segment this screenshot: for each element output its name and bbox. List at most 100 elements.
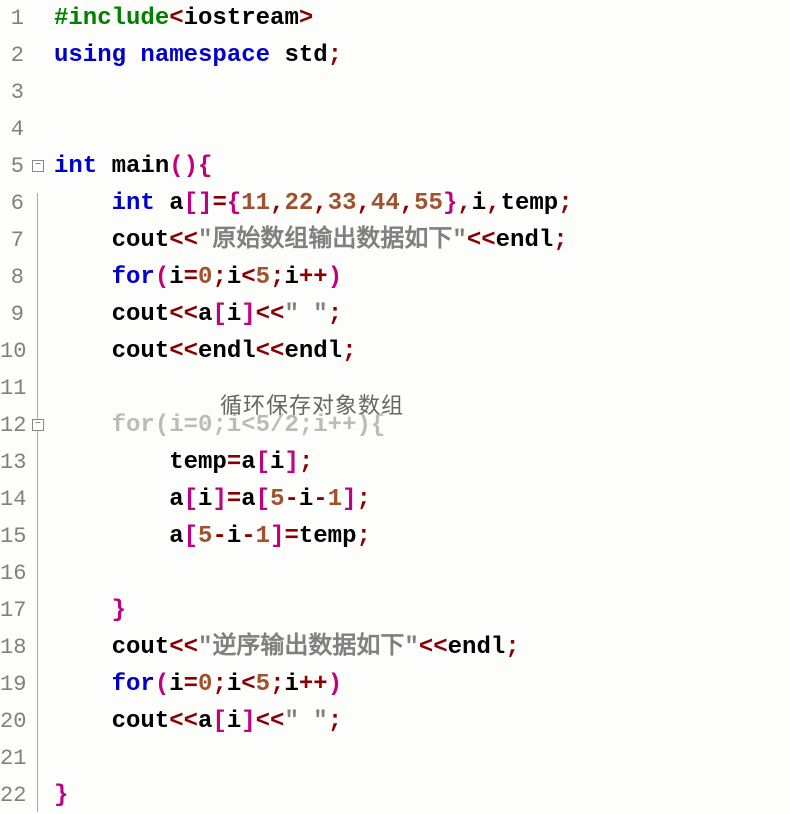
code-token: ; bbox=[328, 708, 342, 735]
code-token: a bbox=[54, 486, 184, 513]
code-token: < bbox=[241, 671, 255, 698]
code-token: ] bbox=[212, 486, 226, 513]
code-token: temp bbox=[299, 523, 357, 550]
code-line[interactable]: cout<<a[i]<<" "; bbox=[54, 296, 790, 333]
code-token: << bbox=[419, 634, 448, 661]
code-line[interactable]: int a[]={11,22,33,44,55},i,temp; bbox=[54, 185, 790, 222]
code-line[interactable]: cout<<"原始数组输出数据如下"<<endl; bbox=[54, 222, 790, 259]
code-token: " " bbox=[284, 708, 327, 735]
code-token: = bbox=[212, 190, 226, 217]
code-token: a bbox=[198, 708, 212, 735]
fold-guide bbox=[37, 452, 38, 590]
code-token: cout bbox=[54, 301, 169, 328]
line-number: 20 bbox=[0, 703, 24, 740]
code-token: ++ bbox=[299, 671, 328, 698]
code-token: { bbox=[198, 153, 212, 180]
fold-toggle-icon[interactable]: − bbox=[32, 419, 44, 431]
code-token: << bbox=[169, 227, 198, 254]
line-number: 2 bbox=[0, 37, 24, 74]
code-area[interactable]: #include<iostream>using namespace std;in… bbox=[48, 0, 790, 814]
code-token bbox=[54, 671, 112, 698]
code-token: main bbox=[97, 153, 169, 180]
code-token: std bbox=[270, 42, 328, 69]
code-token: for bbox=[112, 412, 155, 439]
code-token: for bbox=[112, 671, 155, 698]
code-line[interactable] bbox=[54, 74, 790, 111]
code-line[interactable]: temp=a[i]; bbox=[54, 444, 790, 481]
code-token: a bbox=[241, 486, 255, 513]
code-token: i bbox=[227, 523, 241, 550]
code-token: 0 bbox=[198, 412, 212, 439]
line-number: 8 bbox=[0, 259, 24, 296]
code-token bbox=[54, 412, 112, 439]
line-number: 6 bbox=[0, 185, 24, 222]
code-token: #include bbox=[54, 5, 169, 32]
code-line[interactable]: using namespace std; bbox=[54, 37, 790, 74]
line-number: 16 bbox=[0, 555, 24, 592]
code-token: endl bbox=[496, 227, 554, 254]
code-token bbox=[54, 264, 112, 291]
code-token: = bbox=[227, 486, 241, 513]
code-token: 11 bbox=[241, 190, 270, 217]
code-token: < bbox=[241, 264, 255, 291]
code-line[interactable]: int main(){ bbox=[54, 148, 790, 185]
code-line[interactable]: cout<<endl<<endl; bbox=[54, 333, 790, 370]
code-line[interactable]: for(i=0;i<5;i++) bbox=[54, 259, 790, 296]
code-token: a bbox=[241, 449, 255, 476]
code-token: ] bbox=[284, 449, 298, 476]
code-token: i bbox=[270, 449, 284, 476]
code-token: int bbox=[54, 153, 97, 180]
code-line[interactable]: cout<<"逆序输出数据如下"<<endl; bbox=[54, 629, 790, 666]
code-line[interactable] bbox=[54, 370, 790, 407]
code-line[interactable]: } bbox=[54, 592, 790, 629]
code-line[interactable]: a[i]=a[5-i-1]; bbox=[54, 481, 790, 518]
line-number: 13 bbox=[0, 444, 24, 481]
code-token: temp bbox=[54, 449, 227, 476]
code-token: i bbox=[284, 671, 298, 698]
code-token: << bbox=[256, 708, 285, 735]
code-token: int bbox=[112, 190, 155, 217]
line-number: 11 bbox=[0, 370, 24, 407]
code-token: [] bbox=[184, 190, 213, 217]
line-number: 18 bbox=[0, 629, 24, 666]
code-token: ] bbox=[270, 523, 284, 550]
code-line[interactable] bbox=[54, 111, 790, 148]
code-token: ; bbox=[212, 264, 226, 291]
code-token: ; bbox=[212, 412, 226, 439]
line-number: 12 bbox=[0, 407, 24, 444]
code-line[interactable] bbox=[54, 740, 790, 777]
code-line[interactable]: a[5-i-1]=temp; bbox=[54, 518, 790, 555]
code-line[interactable]: } bbox=[54, 777, 790, 814]
code-token: i bbox=[472, 190, 486, 217]
code-token: << bbox=[169, 708, 198, 735]
line-number: 14 bbox=[0, 481, 24, 518]
code-line[interactable]: #include<iostream> bbox=[54, 0, 790, 37]
code-token: ) bbox=[328, 264, 342, 291]
code-token: i<5/2;i++){ bbox=[227, 412, 385, 439]
code-line[interactable] bbox=[54, 555, 790, 592]
code-token: using namespace bbox=[54, 42, 270, 69]
line-number: 4 bbox=[0, 111, 24, 148]
code-token: temp bbox=[501, 190, 559, 217]
code-token: << bbox=[467, 227, 496, 254]
code-token bbox=[54, 597, 112, 624]
code-token: 1 bbox=[256, 523, 270, 550]
code-token: ( bbox=[155, 671, 169, 698]
fold-toggle-icon[interactable]: − bbox=[32, 160, 44, 172]
code-token: 0 bbox=[198, 671, 212, 698]
code-line[interactable]: for(i=0;i<5;i++) bbox=[54, 666, 790, 703]
code-token: ( bbox=[155, 412, 169, 439]
code-token: i bbox=[227, 708, 241, 735]
code-token: i bbox=[169, 671, 183, 698]
code-token: "逆序输出数据如下" bbox=[198, 634, 419, 661]
code-token: cout bbox=[54, 338, 169, 365]
line-number: 21 bbox=[0, 740, 24, 777]
code-line[interactable]: for(i=0;i<5/2;i++){ bbox=[54, 407, 790, 444]
line-number-gutter: 12345678910111213141516171819202122 bbox=[0, 0, 30, 814]
code-token: } bbox=[54, 782, 68, 809]
code-line[interactable]: cout<<a[i]<<" "; bbox=[54, 703, 790, 740]
line-number: 17 bbox=[0, 592, 24, 629]
line-number: 7 bbox=[0, 222, 24, 259]
code-token: > bbox=[299, 5, 313, 32]
code-token: [ bbox=[256, 486, 270, 513]
